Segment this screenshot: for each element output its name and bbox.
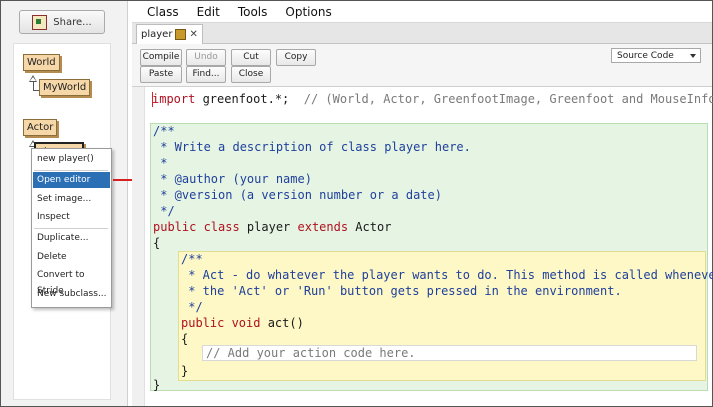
menu-set-image[interactable]: Set image... — [33, 191, 110, 207]
editor-window: Class Edit Tools Options player ✕ Compil… — [132, 1, 713, 406]
class-doc-line: */ — [153, 204, 175, 218]
tab-player[interactable]: player ✕ — [136, 24, 203, 44]
class-myworld[interactable]: MyWorld — [39, 79, 91, 96]
inheritance-arrow-icon — [29, 75, 37, 82]
cut-button[interactable]: Cut — [231, 49, 271, 66]
menu-separator — [34, 170, 108, 171]
class-actor[interactable]: Actor — [23, 119, 58, 136]
editor-toolbar: Compile Undo Cut Copy Paste Find... Clos… — [132, 44, 712, 87]
open-brace: { — [153, 236, 161, 250]
close-icon[interactable]: ✕ — [189, 29, 197, 40]
method-open-brace: { — [181, 332, 189, 346]
paste-button[interactable]: Paste — [140, 66, 182, 83]
class-world[interactable]: World — [23, 54, 60, 71]
find-button[interactable]: Find... — [186, 66, 226, 83]
menu-inspect[interactable]: Inspect — [33, 209, 110, 225]
menu-delete[interactable]: Delete — [33, 249, 110, 265]
menu-tools[interactable]: Tools — [238, 5, 268, 19]
share-label: Share... — [53, 16, 92, 28]
method-doc-line: */ — [181, 300, 203, 314]
chevron-down-icon — [690, 54, 696, 58]
import-line: import greenfoot.*; // (World, Actor, Gr… — [152, 92, 713, 106]
undo-button[interactable]: Undo — [186, 49, 226, 66]
copy-button[interactable]: Copy — [276, 49, 316, 66]
method-close-brace: } — [181, 364, 189, 378]
share-icon — [32, 14, 48, 30]
class-icon — [175, 29, 187, 40]
line-gutter — [132, 87, 145, 406]
tab-label: player — [141, 29, 173, 40]
menu-open-editor[interactable]: Open editor — [33, 172, 110, 188]
code-editor[interactable]: import greenfoot.*; // (World, Actor, Gr… — [132, 87, 713, 406]
close-brace: } — [153, 378, 161, 392]
menu-convert-to-stride[interactable]: Convert to Stride — [33, 267, 110, 296]
class-doc-line: * @author (your name) — [153, 172, 312, 186]
menu-new-player[interactable]: new player() — [33, 151, 110, 167]
view-mode-select[interactable]: Source Code — [611, 48, 701, 63]
menu-new-subclass[interactable]: New subclass... — [33, 286, 110, 302]
tab-strip: player ✕ — [132, 23, 712, 44]
class-doc-line: * @version (a version number or a date) — [153, 188, 442, 202]
class-doc-line: * — [153, 156, 168, 170]
share-button[interactable]: Share... — [19, 10, 105, 34]
menu-duplicate[interactable]: Duplicate... — [33, 230, 110, 246]
class-doc-line: /** — [153, 124, 175, 138]
method-body-line: // Add your action code here. — [206, 346, 416, 360]
class-declaration-line: public class player extends Actor — [153, 220, 392, 234]
view-mode-value: Source Code — [617, 51, 674, 61]
compile-button[interactable]: Compile — [140, 49, 182, 66]
context-menu: new player() Open editor Set image... In… — [31, 148, 112, 308]
menubar: Class Edit Tools Options — [132, 1, 712, 23]
menu-options[interactable]: Options — [285, 5, 331, 19]
close-button[interactable]: Close — [231, 66, 271, 83]
menu-edit[interactable]: Edit — [197, 5, 220, 19]
menu-separator — [34, 228, 108, 229]
method-doc-line: * the 'Act' or 'Run' button gets pressed… — [181, 284, 622, 298]
method-doc-line: * Act - do whatever the player wants to … — [181, 268, 713, 282]
class-doc-line: * Write a description of class player he… — [153, 140, 471, 154]
method-doc-line: /** — [181, 252, 203, 266]
method-declaration-line: public void act() — [181, 316, 304, 330]
menu-class[interactable]: Class — [147, 5, 179, 19]
